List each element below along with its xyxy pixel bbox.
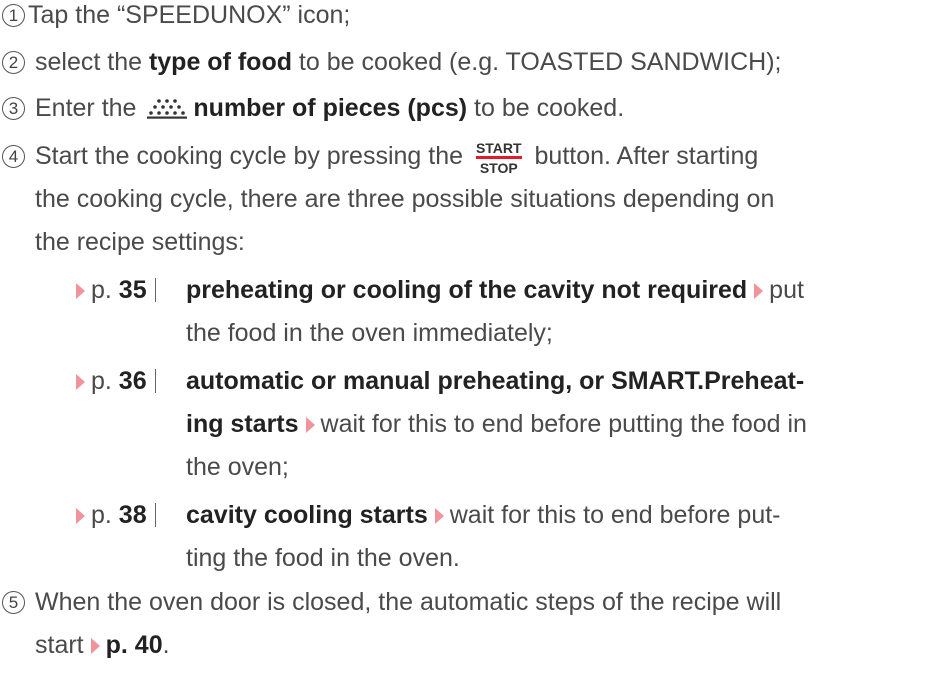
situation-2-line-1: p. 36 <box>74 366 157 396</box>
step-number-1: 1 <box>2 4 25 27</box>
situation-3-line-1: p. 38 <box>74 500 157 530</box>
situation-3-line-2: ting the food in the oven. <box>186 544 460 572</box>
page-reference[interactable]: p. 40 <box>106 631 163 659</box>
step-5-line-2: start p. 40. <box>35 631 170 659</box>
arrow-icon <box>90 638 100 654</box>
step-5-line-1: When the oven door is closed, the automa… <box>35 588 782 616</box>
arrow-icon <box>434 508 444 524</box>
situation-2-line-2: ing starts wait for this to end before pu… <box>186 410 807 438</box>
situation-2-text: automatic or manual preheating, or SMART… <box>186 367 805 395</box>
arrow-icon <box>754 283 764 299</box>
situation-1-line-1: p. 35 <box>74 275 157 305</box>
step-number-4: 4 <box>2 145 25 168</box>
arrow-icon <box>76 374 85 390</box>
arrow-icon <box>76 283 85 299</box>
situation-3-text: cavity cooling starts wait for this to en… <box>186 501 781 529</box>
step-4-line-3: the recipe settings: <box>35 228 245 256</box>
situation-1-line-2: the food in the oven immediately; <box>186 319 553 347</box>
separator <box>154 503 157 527</box>
step-number-3: 3 <box>2 97 25 120</box>
manual-page: 1 Tap the “SPEEDUNOX” icon; 2 select the… <box>0 0 936 676</box>
step-1-text: Tap the “SPEEDUNOX” icon; <box>28 1 351 29</box>
step-4-line-2: the cooking cycle, there are three possi… <box>35 185 775 213</box>
separator <box>154 369 157 393</box>
step-4-line-1: Start the cooking cycle by pressing the … <box>35 140 759 176</box>
step-2-text: select the type of food to be cooked (e.… <box>35 48 782 76</box>
pieces-icon <box>147 99 188 119</box>
situation-1-text: preheating or cooling of the cavity not … <box>186 276 804 304</box>
arrow-icon <box>305 417 315 433</box>
step-number-5: 5 <box>2 591 25 614</box>
arrow-icon <box>76 508 85 524</box>
step-number-2: 2 <box>2 51 25 74</box>
situation-2-line-3: the oven; <box>186 453 289 481</box>
start-stop-button-icon: START STOP <box>475 140 522 176</box>
step-3-text: Enter the number of pieces (pcs) to be c… <box>35 94 625 122</box>
separator <box>154 278 157 302</box>
